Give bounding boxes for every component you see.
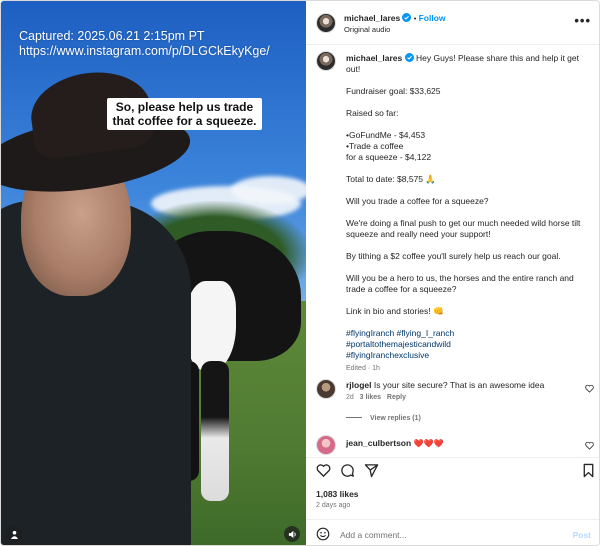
header-separator: • [413,14,417,23]
hashtag-link[interactable]: #flyingIranch #flying_I_ranch [346,328,586,339]
edited-timestamp: Edited · 1h [346,365,380,372]
post-comment-button[interactable]: Post [573,530,591,540]
avatar[interactable] [316,379,336,399]
post-header: michael_lares • Follow Original audio ••… [306,1,599,45]
like-comment-heart-icon[interactable] [585,441,594,450]
hashtag-link[interactable]: #flyingIranchexclusive [346,350,586,361]
avatar[interactable] [316,435,336,455]
post-actions [316,463,596,481]
caption-raised-line: •Trade a coffee [346,141,404,151]
caption-username[interactable]: michael_lares [346,53,402,63]
capture-url: https://www.instagram.com/p/DLGCkEkyKge/ [19,44,270,58]
caption-goal: Fundraiser goal: $33,625 [346,86,441,96]
comment: jean_culbertson ❤️❤️❤️ [316,435,596,457]
caption-link-note: Link in bio and stories! 👊 [346,306,444,316]
caption-question: Will you trade a coffee for a squeeze? [346,196,489,206]
capture-stamp: Captured: 2025.06.21 2:15pm PT https://w… [19,29,270,59]
original-audio-link[interactable]: Original audio [344,25,390,34]
post-video[interactable]: Captured: 2025.06.21 2:15pm PT https://w… [1,1,306,545]
emoji-icon[interactable] [316,527,330,541]
speaker-icon [288,530,296,538]
mute-button[interactable] [284,526,300,542]
caption-raised-line: •GoFundMe - $4,453 [346,130,426,140]
avatar[interactable] [316,13,336,33]
reply-button[interactable]: Reply [387,394,406,401]
comment-username[interactable]: jean_culbertson [346,438,411,448]
verified-badge-icon [402,13,412,22]
post-date: 2 days ago [316,502,351,509]
caption-raised-line: for a squeeze - $4,122 [346,152,432,162]
caption-total: Total to date: $8,575 🙏 [346,174,436,184]
avatar[interactable] [316,51,336,71]
post-side-panel: michael_lares • Follow Original audio ••… [306,1,599,545]
more-options-icon[interactable]: ••• [574,13,591,28]
comment-bubble-icon[interactable] [340,463,355,478]
caption-text: michael_lares Hey Guys! Please share thi… [346,53,586,374]
header-username[interactable]: michael_lares [344,13,400,23]
caption-paragraph: Will you be a hero to us, the horses and… [346,273,574,294]
tagged-user-button[interactable] [6,526,22,542]
share-paper-plane-icon[interactable] [364,463,379,478]
comment-text: Is your site secure? That is an awesome … [373,380,545,390]
comment-meta: 2d 3 likes Reply [346,394,406,401]
verified-badge-icon [404,53,414,62]
likes-count[interactable]: 1,083 likes [316,489,359,499]
header-user-line: michael_lares • Follow [344,13,446,23]
actions-divider [306,457,599,458]
video-caption-overlay: So, please help us trade that coffee for… [107,98,262,130]
follow-button[interactable]: Follow [419,13,446,23]
caption-raised-label: Raised so far: [346,108,399,118]
video-cloud [231,176,306,204]
hashtag-link[interactable]: #portaltothemajesticandwild [346,339,586,350]
user-icon [10,530,18,539]
save-bookmark-icon[interactable] [581,463,596,478]
view-replies-label: View replies (1) [370,415,421,422]
comment-username[interactable]: rjlogel [346,380,372,390]
video-horse-leg [201,361,229,501]
instagram-post-window: Captured: 2025.06.21 2:15pm PT https://w… [0,0,600,546]
capture-date: Captured: 2025.06.21 2:15pm PT [19,29,205,43]
comment-body: rjlogel Is your site secure? That is an … [346,380,576,391]
comment-text: ❤️❤️❤️ [413,439,444,448]
comment-input[interactable]: Add a comment... [340,530,407,540]
comment-body: jean_culbertson ❤️❤️❤️ [346,438,576,449]
replies-divider [346,417,362,418]
video-horse-patch [186,281,236,371]
add-comment-bar: Add a comment... Post [306,519,599,545]
like-heart-icon[interactable] [316,463,331,478]
caption-paragraph: By tithing a $2 coffee you'll surely hel… [346,251,561,261]
view-replies-button[interactable]: View replies (1) [346,415,421,422]
comment-likes[interactable]: 3 likes [360,394,381,401]
caption-paragraph: We're doing a final push to get our much… [346,218,581,239]
like-comment-heart-icon[interactable] [585,384,594,393]
comment-age: 2d [346,394,354,401]
